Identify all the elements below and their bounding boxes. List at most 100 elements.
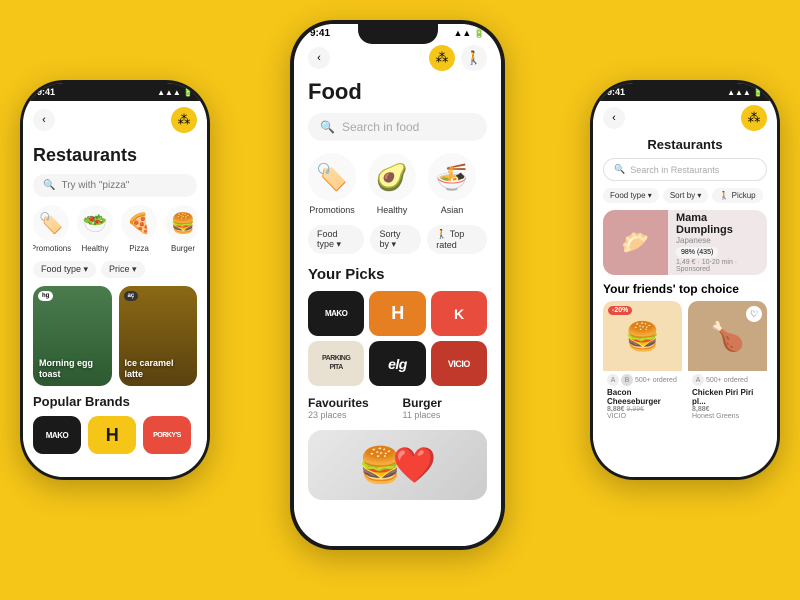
right-page-title: Restaurants bbox=[603, 137, 767, 158]
right-friend-card-2-price: 8,88€ bbox=[692, 406, 763, 413]
center-bottom-banner[interactable]: 🍔 ❤️ bbox=[308, 430, 487, 500]
left-cat-healthy-icon: 🥗 bbox=[77, 205, 113, 241]
center-pick-elg[interactable]: elg bbox=[369, 341, 425, 386]
center-cat-asian-icon: 🍜 bbox=[428, 153, 476, 201]
right-menu-icon[interactable]: ⁂ bbox=[741, 105, 767, 131]
center-cat-promotions[interactable]: 🏷️ Promotions bbox=[308, 153, 356, 215]
center-favourites-group: Favourites 23 places bbox=[308, 396, 393, 420]
center-burger-title: Burger bbox=[403, 396, 488, 410]
right-friend-card-2[interactable]: 🍗 ♡ A 500+ ordered Chicken Piri Piri pl.… bbox=[688, 301, 767, 423]
center-banner-heart: ❤️ bbox=[393, 445, 437, 486]
left-cat-promotions[interactable]: 🏷️ Promotions bbox=[33, 205, 69, 253]
left-back-button[interactable]: ‹ bbox=[33, 109, 55, 131]
right-back-button[interactable]: ‹ bbox=[603, 107, 625, 129]
left-cat-burger-icon: 🍔 bbox=[165, 205, 197, 241]
left-cat-burger[interactable]: 🍔 Burger bbox=[165, 205, 197, 253]
right-friend-card-2-brand: Honest Greens bbox=[692, 413, 763, 420]
right-search-icon: 🔍 bbox=[614, 164, 625, 175]
left-filter-row: Food type ▾ Price ▾ bbox=[33, 261, 197, 278]
center-cat-asian[interactable]: 🍜 Asian bbox=[428, 153, 476, 215]
right-restaurant-name: Mama Dumplings bbox=[676, 212, 759, 236]
center-cat-healthy-icon: 🥑 bbox=[368, 153, 416, 201]
left-foodtype-filter[interactable]: Food type ▾ bbox=[33, 261, 96, 278]
center-sortby-filter[interactable]: Sorty by ▾ bbox=[370, 225, 421, 254]
center-pick-mako[interactable]: MAKO bbox=[308, 291, 364, 336]
center-cat-healthy-label: Healthy bbox=[377, 205, 408, 215]
right-friend-card-2-name: Chicken Piri Piri pl... bbox=[692, 388, 763, 406]
right-status-time: 9:41 bbox=[607, 87, 625, 97]
center-pick-vicio[interactable]: VICIO bbox=[431, 341, 487, 386]
right-filter-row: Food type ▾ Sort by ▾ 🚶 Pickup bbox=[603, 188, 767, 203]
left-cat-pizza[interactable]: 🍕 Pizza bbox=[121, 205, 157, 253]
center-your-picks-title: Your Picks bbox=[308, 266, 487, 283]
left-cat-healthy[interactable]: 🥗 Healthy bbox=[77, 205, 113, 253]
center-favourites-count: 23 places bbox=[308, 410, 393, 420]
left-brand-h[interactable]: H bbox=[88, 416, 136, 454]
left-card-latte[interactable]: aç Ice caramellatte bbox=[119, 286, 198, 386]
center-foodtype-filter[interactable]: Food type ▾ bbox=[308, 225, 364, 254]
center-back-button[interactable]: ‹ bbox=[308, 47, 330, 69]
right-friends-grid: 🍔 -20% A B 500+ ordered Bacon Cheeseburg… bbox=[603, 301, 767, 423]
left-popular-brands-title: Popular Brands bbox=[33, 394, 197, 409]
left-cat-burger-label: Burger bbox=[171, 244, 195, 253]
right-phone: 9:41 ▲▲▲ 🔋 ‹ ⁂ Restaurants 🔍 Search in R… bbox=[590, 80, 780, 480]
center-menu-icon[interactable]: ⁂ bbox=[429, 45, 455, 71]
right-search-bar[interactable]: 🔍 Search in Restaurants bbox=[603, 158, 767, 181]
left-brand-mako[interactable]: MAKO bbox=[33, 416, 81, 454]
left-cat-promotions-label: Promotions bbox=[33, 244, 71, 253]
left-card-toast-label: Morning eggtoast bbox=[39, 358, 93, 380]
right-search-placeholder: Search in Restaurants bbox=[630, 165, 719, 175]
right-friend-card-1-info: A B 500+ ordered Bacon Cheeseburger 8,88… bbox=[603, 371, 682, 423]
right-rating-badge: 98% (435) bbox=[676, 247, 718, 258]
center-search-icon: 🔍 bbox=[320, 120, 335, 134]
center-filter-row: Food type ▾ Sorty by ▾ 🚶 Top rated bbox=[308, 225, 487, 254]
center-cat-healthy[interactable]: 🥑 Healthy bbox=[368, 153, 416, 215]
right-rating-value: 98% (435) bbox=[681, 249, 713, 256]
right-foodtype-filter[interactable]: Food type ▾ bbox=[603, 188, 659, 203]
left-brands-row: MAKO H PORKY'S bbox=[33, 416, 197, 454]
center-search-placeholder: Search in food bbox=[342, 120, 419, 134]
right-friend-card-2-info: A 500+ ordered Chicken Piri Piri pl... 8… bbox=[688, 371, 767, 423]
right-friend-card-1-discount: -20% bbox=[608, 306, 632, 315]
right-restaurant-card[interactable]: 🥟 Mama Dumplings Japanese 98% (435) 1,49… bbox=[603, 210, 767, 275]
right-restaurant-details: 1,49 € · 10-20 min · Sponsored bbox=[676, 259, 759, 273]
center-notch bbox=[358, 24, 438, 44]
left-status-time: 9:41 bbox=[37, 87, 55, 97]
right-sortby-filter[interactable]: Sort by ▾ bbox=[663, 188, 709, 203]
center-categories: 🏷️ Promotions 🥑 Healthy 🍜 Asian 🍔 Burger… bbox=[308, 153, 487, 215]
center-pick-h[interactable]: H bbox=[369, 291, 425, 336]
center-search-bar[interactable]: 🔍 Search in food bbox=[308, 113, 487, 141]
left-phone: 9:41 ▲▲▲ 🔋 ‹ ⁂ Restaurants 🔍 🏷️ Promotio… bbox=[20, 80, 210, 480]
center-burger-group: Burger 11 places bbox=[403, 396, 488, 420]
left-price-filter[interactable]: Price ▾ bbox=[101, 261, 145, 278]
right-friend-card-1-ordered: A B 500+ ordered bbox=[607, 374, 678, 386]
right-friend-card-2-heart[interactable]: ♡ bbox=[746, 306, 762, 322]
right-friends-title: Your friends' top choice bbox=[603, 282, 767, 296]
center-status-time: 9:41 bbox=[310, 28, 330, 39]
left-status-icons: ▲▲▲ 🔋 bbox=[157, 88, 193, 97]
center-toprated-filter[interactable]: 🚶 Top rated bbox=[427, 225, 487, 254]
center-cat-promotions-icon: 🏷️ bbox=[308, 153, 356, 201]
left-food-cards: hg Morning eggtoast aç Ice caramellatte bbox=[33, 286, 197, 386]
right-pickup-filter[interactable]: 🚶 Pickup bbox=[712, 188, 762, 203]
center-cat-asian-label: Asian bbox=[441, 205, 464, 215]
center-favourites-title: Favourites bbox=[308, 396, 393, 410]
left-cat-promotions-icon: 🏷️ bbox=[33, 205, 69, 241]
left-search-icon: 🔍 bbox=[43, 180, 55, 191]
center-pick-k[interactable]: K bbox=[431, 291, 487, 336]
right-restaurant-info: Mama Dumplings Japanese 98% (435) 1,49 €… bbox=[668, 210, 767, 275]
left-card-toast[interactable]: hg Morning eggtoast bbox=[33, 286, 112, 386]
center-run-icon[interactable]: 🚶 bbox=[461, 45, 487, 71]
right-friend-card-1[interactable]: 🍔 -20% A B 500+ ordered Bacon Cheeseburg… bbox=[603, 301, 682, 423]
right-friend-card-1-price: 8,88€ 9,99€ bbox=[607, 406, 678, 413]
left-search-input[interactable] bbox=[61, 180, 187, 191]
left-card-toast-logo: hg bbox=[38, 291, 53, 301]
center-status-icons: ▲▲ 🔋 bbox=[453, 28, 485, 39]
left-brand-porkys[interactable]: PORKY'S bbox=[143, 416, 191, 454]
left-menu-icon[interactable]: ⁂ bbox=[171, 107, 197, 133]
center-page-title: Food bbox=[308, 77, 487, 113]
left-card-latte-logo: aç bbox=[124, 291, 139, 301]
center-pick-parking[interactable]: PARKINGPITA bbox=[308, 341, 364, 386]
left-search-bar[interactable]: 🔍 bbox=[33, 174, 197, 197]
right-restaurant-type: Japanese bbox=[676, 236, 759, 245]
